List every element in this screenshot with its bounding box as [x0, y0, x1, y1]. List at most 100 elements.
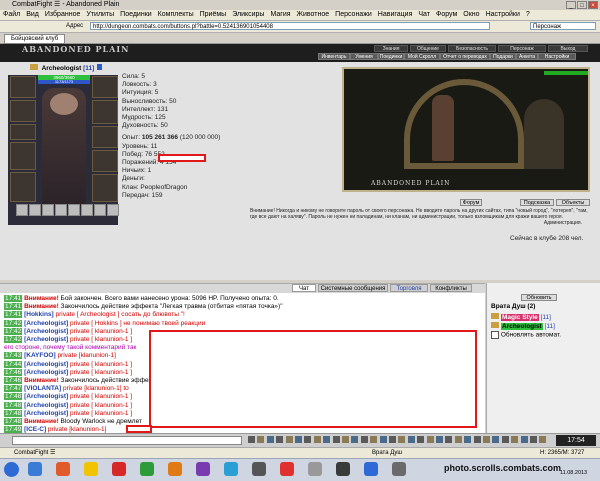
menu-item[interactable]: Эликсиры [232, 10, 264, 20]
chat-timestamp[interactable]: 17:44 [4, 360, 23, 368]
hint-button[interactable]: Подсказка [520, 199, 554, 206]
chat-timestamp[interactable]: 17:43 [4, 352, 23, 360]
chat-tool-icon[interactable] [454, 436, 462, 443]
chat-tool-icon[interactable] [313, 436, 321, 443]
belt-slot[interactable] [94, 204, 106, 216]
chat-tool-icon[interactable] [332, 436, 340, 443]
chat-sender[interactable]: [ICE-C] [24, 426, 46, 433]
close-button[interactable]: × [588, 1, 598, 9]
chat-tool-icon[interactable] [266, 436, 274, 443]
menu-item[interactable]: Персонажи [335, 10, 372, 20]
nav-bottom-item[interactable]: Настройки [538, 53, 576, 60]
belt-slot[interactable] [107, 204, 119, 216]
tab-conflicts[interactable]: Конфликты [430, 284, 472, 292]
menu-item[interactable]: Поединки [120, 10, 152, 20]
chat-tool-icon[interactable] [342, 436, 349, 443]
nav-top-item[interactable]: Общение [410, 45, 446, 52]
equipment-slot[interactable] [92, 100, 118, 124]
chat-sender[interactable]: [Archeologist] [24, 402, 68, 409]
nav-bottom-item[interactable]: Отчет о переводах [440, 53, 490, 60]
chat-tool-icon[interactable] [464, 436, 472, 443]
refresh-button[interactable]: Обновить [521, 294, 557, 301]
chat-timestamp[interactable]: 17:49 [4, 426, 23, 433]
chat-tool-icon[interactable] [323, 436, 331, 443]
chat-sender[interactable]: Внимание! [24, 303, 59, 310]
equipment-slot[interactable] [10, 142, 36, 170]
npc-figure[interactable] [432, 95, 454, 161]
taskbar-app-icon[interactable] [196, 462, 210, 476]
start-button[interactable] [4, 462, 19, 477]
menu-item[interactable]: Магия [270, 10, 290, 20]
chat-sender[interactable]: [VIOLANTA] [24, 385, 61, 392]
chat-tool-icon[interactable] [276, 436, 284, 443]
chat-timestamp[interactable]: 17:48 [4, 401, 23, 409]
chat-timestamp[interactable]: 17:48 [4, 393, 23, 401]
taskbar-app-icon[interactable] [112, 462, 126, 476]
belt-slot[interactable] [55, 204, 67, 216]
chat-sender[interactable]: [Archeologist] [24, 369, 68, 376]
taskbar-app-icon[interactable] [308, 462, 322, 476]
tab-system[interactable]: Системные сообщения [318, 284, 388, 292]
menu-item[interactable]: Избранное [45, 10, 80, 20]
menu-item[interactable]: Комплекты [158, 10, 194, 20]
character-name[interactable]: Archeologist [42, 65, 82, 72]
menu-item[interactable]: Чат [418, 10, 430, 20]
chat-tool-icon[interactable] [248, 436, 255, 443]
equipment-slot[interactable] [92, 76, 118, 98]
taskbar-app-icon[interactable] [84, 462, 98, 476]
chat-timestamp[interactable]: 17:42 [4, 336, 23, 343]
chat-sender[interactable]: [Archeologist] [24, 336, 68, 343]
chat-tool-icon[interactable] [295, 436, 302, 443]
chat-timestamp[interactable]: 17:42 [4, 327, 23, 335]
search-input[interactable]: Персонаж [530, 22, 596, 30]
chat-tool-icon[interactable] [351, 436, 359, 443]
menu-item[interactable]: Настройки [486, 10, 520, 20]
chat-timestamp[interactable]: 17:48 [4, 418, 23, 425]
belt-slot[interactable] [29, 204, 41, 216]
chat-tool-icon[interactable] [257, 436, 265, 443]
equipment-slot[interactable] [92, 150, 118, 172]
chat-sender[interactable]: [Archeologist] [24, 361, 68, 368]
nav-bottom-item[interactable]: Умения [350, 53, 378, 60]
belt-slot[interactable] [42, 204, 54, 216]
taskbar-app-icon[interactable] [336, 462, 350, 476]
chat-tool-icon[interactable] [379, 436, 387, 443]
chat-sender[interactable]: [Archeologist] [24, 320, 68, 327]
chat-sender[interactable]: Внимание! [24, 295, 59, 302]
menu-item[interactable]: Файл [3, 10, 20, 20]
taskbar-app-icon[interactable] [56, 462, 70, 476]
chat-sender[interactable]: [Hokkins] [24, 311, 54, 318]
taskbar-app-icon[interactable] [252, 462, 266, 476]
browser-tab[interactable]: Бойцовский клуб [4, 34, 66, 44]
chat-tool-icon[interactable] [417, 436, 425, 443]
nav-top-item[interactable]: Персонаж [498, 45, 546, 52]
chat-tool-icon[interactable] [304, 436, 312, 443]
tab-trade[interactable]: Торговля [390, 284, 428, 292]
chat-tool-icon[interactable] [520, 436, 528, 443]
nav-bottom-item[interactable]: Инвентарь [318, 53, 350, 60]
chat-timestamp[interactable]: 17:41 [4, 295, 23, 302]
room-user-name[interactable]: Magic Style [501, 314, 539, 321]
chat-tool-icon[interactable] [398, 436, 406, 443]
taskbar-app-icon[interactable] [280, 462, 294, 476]
nav-top-item[interactable]: Знания [374, 45, 408, 52]
nav-bottom-item[interactable]: Мой Скролл [404, 53, 440, 60]
gate-figure[interactable] [524, 99, 564, 169]
taskbar-app-icon[interactable] [168, 462, 182, 476]
belt-slot[interactable] [16, 204, 28, 216]
chat-tool-icon[interactable] [483, 436, 490, 443]
chat-sender[interactable]: [Archeologist] [24, 393, 68, 400]
chat-tool-icon[interactable] [492, 436, 500, 443]
chat-tool-icon[interactable] [389, 436, 396, 443]
chat-timestamp[interactable]: 17:47 [4, 385, 23, 393]
menu-item[interactable]: Животное [297, 10, 330, 20]
chat-input[interactable] [12, 436, 242, 445]
auto-refresh-checkbox[interactable] [491, 331, 499, 339]
chat-timestamp[interactable]: 17:46 [4, 368, 23, 376]
nav-top-item[interactable]: Выход [548, 45, 588, 52]
nav-bottom-item[interactable]: Подарки [490, 53, 516, 60]
taskbar-app-icon[interactable] [392, 462, 406, 476]
belt-slot[interactable] [81, 204, 93, 216]
maximize-button[interactable]: □ [577, 1, 587, 9]
chat-sender[interactable]: Внимание! [24, 377, 59, 384]
